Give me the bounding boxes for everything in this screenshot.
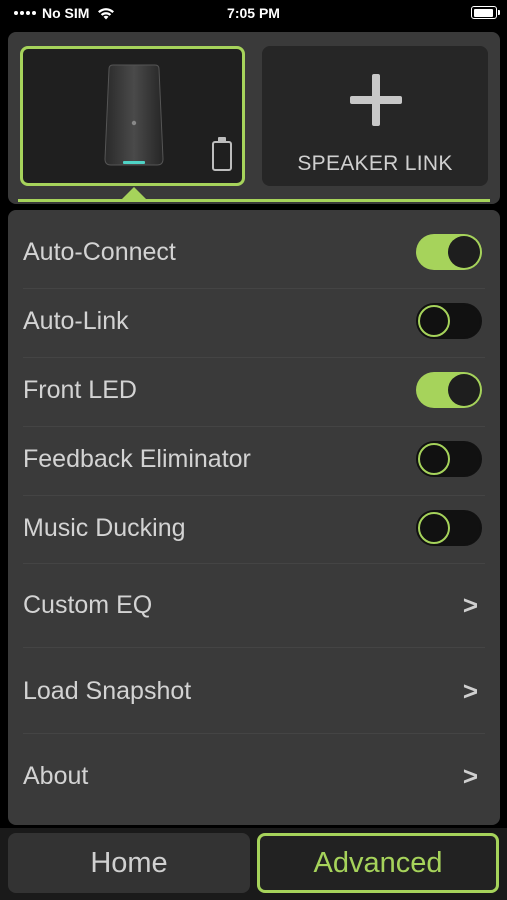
divider	[23, 288, 485, 289]
custom-eq-row[interactable]: Custom EQ >	[8, 575, 500, 635]
battery-fill	[473, 8, 494, 17]
setting-label: Front LED	[23, 375, 137, 404]
setting-label: About	[23, 761, 89, 790]
selection-pointer	[122, 187, 146, 199]
setting-label: Music Ducking	[23, 513, 186, 542]
setting-label: Feedback Eliminator	[23, 444, 251, 473]
settings-panel: Auto-Connect Auto-Link Front LED Feedbac…	[8, 210, 500, 825]
load-snapshot-row[interactable]: Load Snapshot >	[8, 661, 500, 721]
speaker-battery-icon	[212, 137, 232, 171]
speaker-link-label: SPEAKER LINK	[297, 152, 453, 175]
speaker-icon	[104, 64, 164, 166]
setting-row-auto-connect: Auto-Connect	[8, 228, 500, 276]
setting-label: Auto-Link	[23, 306, 129, 335]
plus-icon	[350, 74, 402, 126]
tab-home[interactable]: Home	[8, 833, 250, 893]
feedback-eliminator-toggle[interactable]	[416, 441, 482, 477]
setting-label: Load Snapshot	[23, 676, 192, 705]
chevron-right-icon: >	[462, 760, 478, 791]
toggle-knob	[448, 236, 480, 268]
front-led-toggle[interactable]	[416, 372, 482, 408]
about-row[interactable]: About >	[8, 746, 500, 806]
speaker-panel: SPEAKER LINK	[8, 32, 500, 204]
selected-speaker-card[interactable]	[20, 46, 245, 186]
toggle-knob	[418, 443, 450, 475]
status-bar: No SIM 7:05 PM	[0, 0, 507, 28]
divider	[23, 647, 485, 648]
auto-link-toggle[interactable]	[416, 303, 482, 339]
auto-connect-toggle[interactable]	[416, 234, 482, 270]
divider	[23, 733, 485, 734]
clock: 7:05 PM	[227, 5, 280, 21]
divider	[23, 563, 485, 564]
chevron-right-icon: >	[462, 589, 478, 620]
setting-label: Custom EQ	[23, 590, 153, 619]
toggle-knob	[448, 374, 480, 406]
tab-advanced[interactable]: Advanced	[257, 833, 499, 893]
setting-row-music-ducking: Music Ducking	[8, 504, 500, 552]
music-ducking-toggle[interactable]	[416, 510, 482, 546]
chevron-right-icon: >	[462, 675, 478, 706]
speaker-link-button[interactable]: SPEAKER LINK	[262, 46, 488, 186]
setting-row-feedback-eliminator: Feedback Eliminator	[8, 435, 500, 483]
divider	[23, 495, 485, 496]
setting-label: Auto-Connect	[23, 237, 176, 266]
bottom-tab-bar: Home Advanced	[0, 828, 507, 900]
divider	[23, 426, 485, 427]
toggle-knob	[418, 305, 450, 337]
selection-underline	[18, 199, 490, 202]
setting-row-front-led: Front LED	[8, 366, 500, 414]
toggle-knob	[418, 512, 450, 544]
battery-icon	[471, 6, 500, 19]
setting-row-auto-link: Auto-Link	[8, 297, 500, 345]
divider	[23, 357, 485, 358]
